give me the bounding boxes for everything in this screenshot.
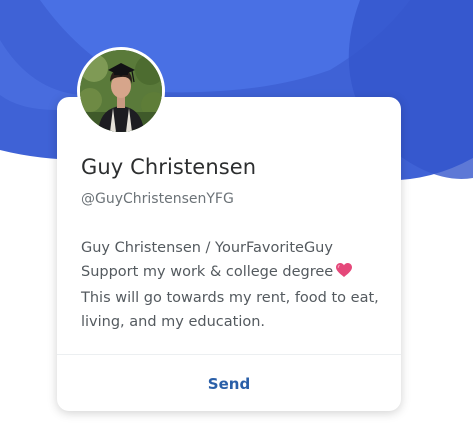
profile-page: Guy Christensen @GuyChristensenYFG Guy C… (0, 0, 473, 439)
bio-line-with-heart: Support my work & college degree (81, 260, 381, 286)
bio-line: Guy Christensen / YourFavoriteGuy (81, 240, 333, 256)
bio-line: This will go towards my rent, food to ea… (81, 290, 379, 306)
send-button[interactable]: Send (57, 355, 401, 411)
bio-line: living, and my education. (81, 314, 266, 330)
profile-bio: Guy Christensen / YourFavoriteGuy Suppor… (81, 236, 381, 334)
profile-name: Guy Christensen (81, 155, 257, 179)
heart-icon (336, 262, 353, 286)
avatar (77, 47, 165, 135)
avatar-photo (80, 50, 162, 132)
bio-line: Support my work & college degree (81, 264, 334, 280)
profile-handle: @GuyChristensenYFG (81, 191, 234, 207)
